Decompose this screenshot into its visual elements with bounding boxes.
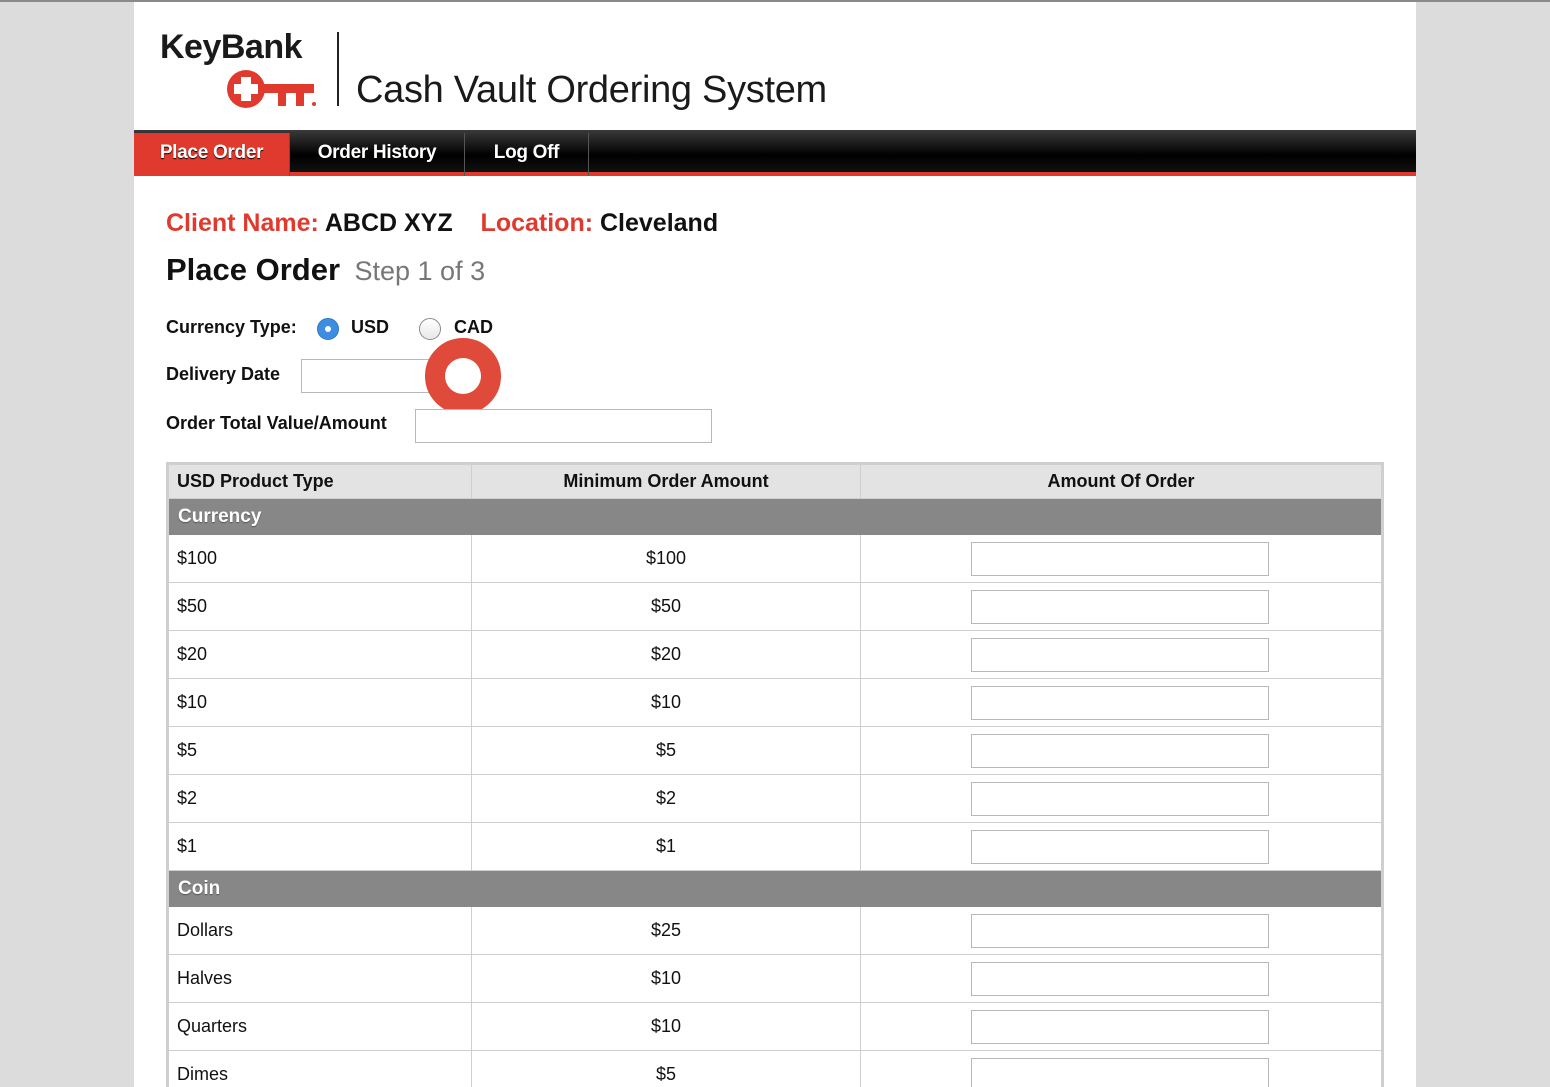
table-row: $100 $100 (169, 535, 1381, 583)
section-label: Currency (178, 506, 262, 527)
column-header-amount: Amount Of Order (1047, 471, 1195, 491)
currency-usd-label[interactable]: USD (351, 316, 389, 338)
amount-cell (861, 631, 1381, 678)
nav-order-history[interactable]: Order History (290, 133, 465, 176)
product-cell: Dimes (169, 1051, 472, 1087)
minimum-cell: $100 (472, 535, 861, 582)
amount-cell (861, 1003, 1381, 1050)
keybank-key-icon (227, 70, 316, 108)
amount-cell (861, 907, 1381, 954)
minimum-cell: $1 (472, 823, 861, 870)
order-total-label: Order Total Value/Amount (166, 413, 387, 433)
product-cell: $50 (169, 583, 472, 630)
table-row: Dollars $25 (169, 907, 1381, 955)
delivery-date-label: Delivery Date (166, 364, 281, 384)
amount-cell (861, 955, 1381, 1002)
product-cell: Halves (169, 955, 472, 1002)
product-cell: Dollars (169, 907, 472, 954)
minimum-cell: $2 (472, 775, 861, 822)
table-row: $2 $2 (169, 775, 1381, 823)
nav-place-order[interactable]: Place Order (134, 133, 290, 176)
amount-cell (861, 583, 1381, 630)
page-title: Place Order (166, 252, 341, 287)
product-cell: $100 (169, 535, 472, 582)
section-label: Coin (178, 878, 221, 899)
table-row: Quarters $10 (169, 1003, 1381, 1051)
amount-input[interactable] (970, 781, 1269, 816)
minimum-cell: $50 (472, 583, 861, 630)
column-header-product: USD Product Type (169, 465, 472, 498)
product-cell: $1 (169, 823, 472, 870)
nav-log-off[interactable]: Log Off (465, 133, 589, 176)
table-row: $5 $5 (169, 727, 1381, 775)
order-total-field[interactable] (415, 409, 712, 443)
product-cell: $2 (169, 775, 472, 822)
amount-input[interactable] (970, 733, 1269, 768)
minimum-cell: $10 (472, 1003, 861, 1050)
amount-cell (861, 1051, 1381, 1087)
amount-input[interactable] (970, 637, 1269, 672)
amount-input[interactable] (970, 589, 1269, 624)
amount-input[interactable] (970, 961, 1269, 996)
currency-cad-label[interactable]: CAD (454, 316, 493, 338)
amount-input[interactable] (970, 829, 1269, 864)
amount-cell (861, 727, 1381, 774)
table-header-row: USD Product Type Minimum Order Amount Am… (169, 465, 1381, 499)
column-header-minimum: Minimum Order Amount (472, 465, 861, 498)
page-heading: Place Order Step 1 of 3 (166, 252, 485, 294)
page-container: KeyBank Cash Vault Ordering System Place… (134, 2, 1416, 1087)
keybank-logo[interactable]: KeyBank (160, 28, 320, 112)
step-indicator: Step 1 of 3 (354, 256, 486, 286)
table-row: Dimes $5 (169, 1051, 1381, 1087)
table-row: Halves $10 (169, 955, 1381, 1003)
minimum-cell: $20 (472, 631, 861, 678)
section-row-currency: Currency (169, 499, 1381, 535)
product-cell: $10 (169, 679, 472, 726)
currency-usd-radio[interactable] (317, 318, 339, 340)
amount-cell (861, 679, 1381, 726)
app-title: Cash Vault Ordering System (356, 69, 827, 111)
order-table: USD Product Type Minimum Order Amount Am… (166, 462, 1384, 1087)
table-row: $10 $10 (169, 679, 1381, 727)
header-divider (337, 32, 339, 106)
table-row: $1 $1 (169, 823, 1381, 871)
site-header: KeyBank Cash Vault Ordering System (134, 2, 1416, 130)
client-info: Client Name: ABCD XYZ Location: Clevelan… (166, 208, 718, 238)
amount-input[interactable] (970, 541, 1269, 576)
amount-input[interactable] (970, 1057, 1269, 1087)
client-name-label: Client Name: (166, 209, 319, 237)
location-label: Location: (480, 209, 594, 237)
table-row: $50 $50 (169, 583, 1381, 631)
main-nav: Place Order Order History Log Off (134, 130, 1416, 176)
client-name-value: ABCD XYZ (324, 209, 453, 237)
logo-wordmark: KeyBank (160, 28, 303, 66)
amount-cell (861, 823, 1381, 870)
amount-input[interactable] (970, 685, 1269, 720)
amount-cell (861, 535, 1381, 582)
minimum-cell: $5 (472, 1051, 861, 1087)
location-value: Cleveland (600, 209, 719, 237)
section-row-coin: Coin (169, 871, 1381, 907)
product-cell: Quarters (169, 1003, 472, 1050)
minimum-cell: $10 (472, 679, 861, 726)
amount-input[interactable] (970, 1009, 1269, 1044)
minimum-cell: $10 (472, 955, 861, 1002)
currency-type-label: Currency Type: (166, 317, 297, 337)
minimum-cell: $5 (472, 727, 861, 774)
amount-input[interactable] (970, 913, 1269, 948)
currency-cad-radio[interactable] (419, 318, 441, 340)
table-row: $20 $20 (169, 631, 1381, 679)
product-cell: $5 (169, 727, 472, 774)
amount-cell (861, 775, 1381, 822)
minimum-cell: $25 (472, 907, 861, 954)
product-cell: $20 (169, 631, 472, 678)
click-indicator-icon (425, 338, 501, 414)
